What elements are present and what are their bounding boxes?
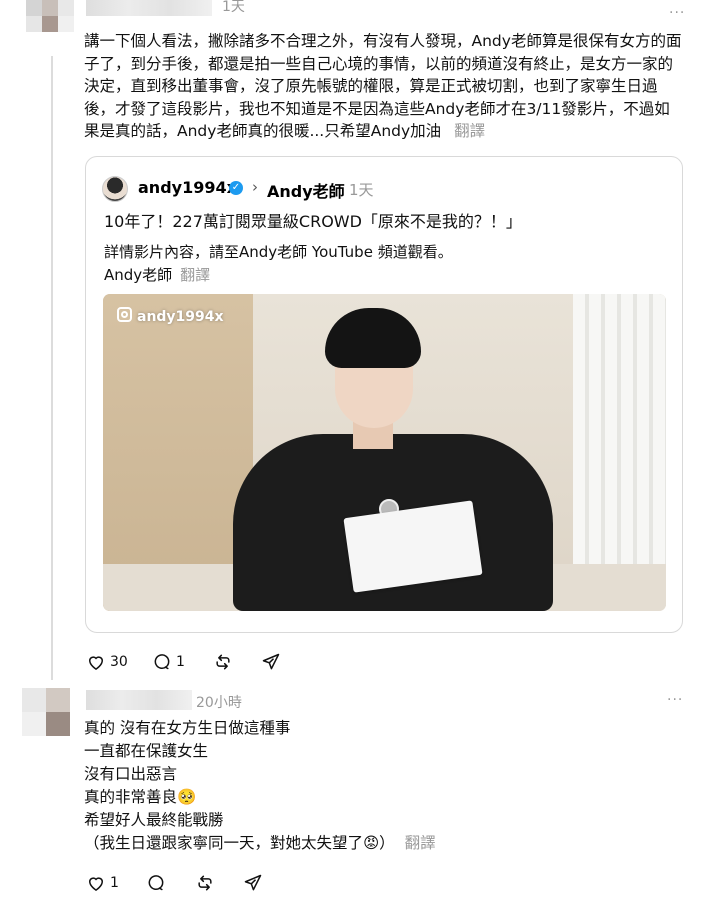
media-instagram-badge: andy1994x (117, 307, 224, 325)
comment1-translate-link[interactable]: 翻譯 (454, 122, 485, 140)
quoted-reply-to[interactable]: Andy老師 (267, 178, 345, 202)
comment2-text: 真的 沒有在女方生日做這種事 一直都在保護女生 沒有口出惡言 真的非常善良🥺 希… (84, 717, 684, 855)
comment2-translate-link[interactable]: 翻譯 (405, 834, 436, 852)
share-icon (262, 653, 280, 670)
comment2-avatar[interactable] (22, 688, 70, 736)
comment1-username[interactable] (86, 0, 212, 16)
quoted-body-line1: 詳情影片內容，請至Andy老師 YouTube 頻道觀看。 (104, 243, 453, 261)
comment1-body: 講一下個人看法，撇除諸多不合理之外，有沒有人發現，Andy老師算是很保有女方的面… (84, 32, 682, 140)
quoted-translate-link[interactable]: 翻譯 (180, 266, 210, 284)
media-badge-username: andy1994x (137, 309, 224, 325)
like-count: 1 (110, 875, 119, 891)
thread-line (51, 56, 53, 680)
quoted-time: 1天 (349, 181, 374, 199)
repost-icon (216, 654, 230, 670)
reply-count: 1 (176, 654, 185, 670)
comment1-time: 1天 (222, 0, 245, 15)
share-button[interactable] (243, 873, 263, 893)
comment2-line: 真的 沒有在女方生日做這種事 (84, 719, 291, 737)
quoted-video-thumbnail[interactable]: andy1994x (103, 294, 666, 611)
repost-button[interactable] (195, 873, 215, 893)
like-button[interactable]: 1 (86, 873, 119, 893)
quoted-post-card[interactable]: andy1994x ✓ › Andy老師 1天 10年了！227萬訂閱眾量級CR… (85, 156, 683, 633)
comment1-text: 講一下個人看法，撇除諸多不合理之外，有沒有人發現，Andy老師算是很保有女方的面… (84, 30, 684, 143)
comment2-username[interactable] (86, 690, 192, 710)
comment-icon (154, 654, 170, 670)
like-count: 30 (110, 654, 128, 670)
comment2-last-line: （我生日還跟家寧同一天，對她太失望了😡） 翻譯 (84, 832, 684, 855)
quoted-title: 10年了！227萬訂閱眾量級CROWD「原來不是我的？！」 (104, 212, 522, 231)
reply-button[interactable]: 1 (152, 652, 185, 672)
more-icon[interactable]: ··· (667, 692, 683, 708)
share-button[interactable] (261, 652, 281, 672)
comment2-line: 希望好人最終能戰勝 (84, 811, 224, 829)
more-icon[interactable]: ··· (669, 5, 685, 21)
comment2-line: 一直都在保護女生 (84, 742, 209, 760)
repost-icon (198, 875, 212, 891)
reply-button[interactable] (146, 873, 166, 893)
instagram-icon (117, 307, 132, 322)
repost-button[interactable] (213, 652, 233, 672)
comment1-avatar[interactable] (26, 0, 74, 32)
quoted-user-avatar[interactable] (102, 176, 128, 202)
verified-badge-icon: ✓ (229, 181, 243, 195)
comment2-line: （我生日還跟家寧同一天，對她太失望了😡） (84, 834, 395, 852)
quoted-body-line2: Andy老師 翻譯 (104, 264, 210, 285)
comment2-line: 沒有口出惡言 (84, 765, 178, 783)
heart-icon (88, 877, 104, 891)
like-button[interactable]: 30 (86, 652, 128, 672)
share-icon (244, 874, 262, 891)
chevron-right-icon: › (252, 178, 258, 196)
quoted-signature: Andy老師 (104, 266, 173, 284)
quoted-username[interactable]: andy1994x (138, 178, 237, 197)
comment2-line: 真的非常善良🥺 (84, 788, 197, 806)
comment-icon (148, 875, 164, 891)
comment2-time: 20小時 (196, 695, 242, 711)
heart-icon (88, 656, 104, 670)
